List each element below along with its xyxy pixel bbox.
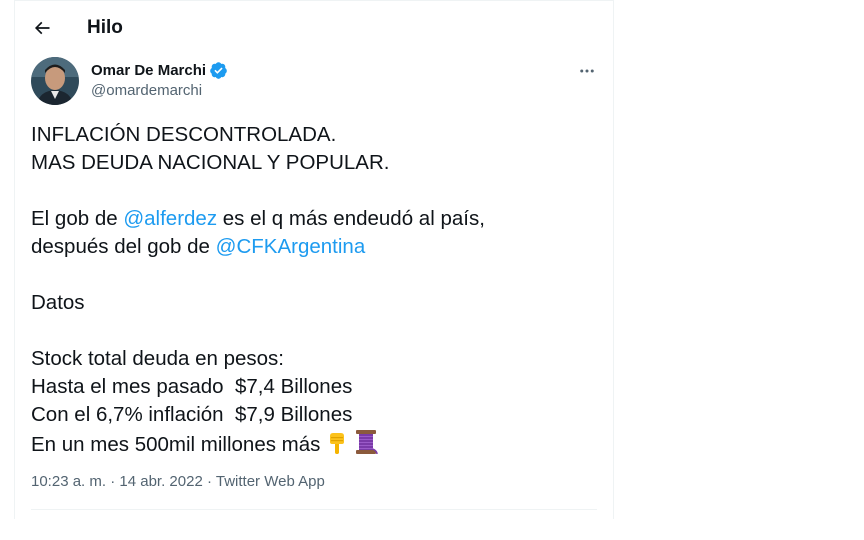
backhand-index-pointing-down-icon (330, 433, 345, 454)
thread-spool-icon (356, 430, 379, 455)
tweet-source: Twitter Web App (215, 473, 325, 490)
author-handle[interactable]: @omardemarchi (91, 82, 202, 99)
tweet-line: Stock total deuda en pesos: (31, 347, 285, 370)
tweet-line: después del gob de @CFKArgentina (31, 233, 601, 261)
tweet-line: En un mes 500mil millones más (31, 429, 601, 459)
tweet-line: Con el 6,7% inflación $7,9 Billones (31, 403, 353, 426)
author-name: Omar De Marchi (91, 62, 207, 79)
author-avatar[interactable] (31, 57, 79, 105)
author-name-link[interactable]: Omar De Marchi (91, 61, 228, 80)
tweet-thread-column: Hilo Omar De Marchi @omardemarchi INFLAC… (14, 0, 614, 519)
tweet-line: El gob de @alferdez es el q más endeudó … (31, 205, 601, 233)
tweet-line: INFLACIÓN DESCONTROLADA. (31, 123, 337, 146)
tweet-text-segment: después del gob de (31, 235, 216, 258)
more-options-button[interactable] (575, 59, 599, 83)
mention-link-alferdez[interactable]: @alferdez (123, 207, 217, 230)
tweet-time[interactable]: 10:23 a. m. (31, 473, 106, 490)
tweet-date[interactable]: 14 abr. 2022 (119, 473, 202, 490)
separator-dot: · (202, 473, 216, 490)
verified-badge-icon (210, 62, 227, 79)
tweet-text-segment: es el q más endeudó al país, (217, 207, 485, 230)
tweet-metadata: 10:23 a. m. · 14 abr. 2022 · Twitter Web… (31, 473, 325, 490)
arrow-left-icon (34, 21, 50, 35)
separator-dot: · (106, 473, 120, 490)
tweet-line: MAS DEUDA NACIONAL Y POPULAR. (31, 151, 390, 174)
tweet-line: Hasta el mes pasado $7,4 Billones (31, 375, 353, 398)
thread-header: Hilo (15, 1, 613, 57)
tweet-line: Datos (31, 291, 85, 314)
profile-photo-icon (31, 57, 79, 105)
tweet-text-segment: El gob de (31, 207, 124, 230)
page-title: Hilo (87, 17, 123, 38)
tweet-text: INFLACIÓN DESCONTROLADA. MAS DEUDA NACIO… (31, 121, 601, 459)
back-button[interactable] (27, 13, 57, 43)
divider (31, 509, 597, 510)
mention-link-cfkargentina[interactable]: @CFKArgentina (216, 235, 366, 258)
tweet-text-segment: En un mes 500mil millones más (31, 433, 321, 456)
more-dots-icon (580, 69, 594, 73)
